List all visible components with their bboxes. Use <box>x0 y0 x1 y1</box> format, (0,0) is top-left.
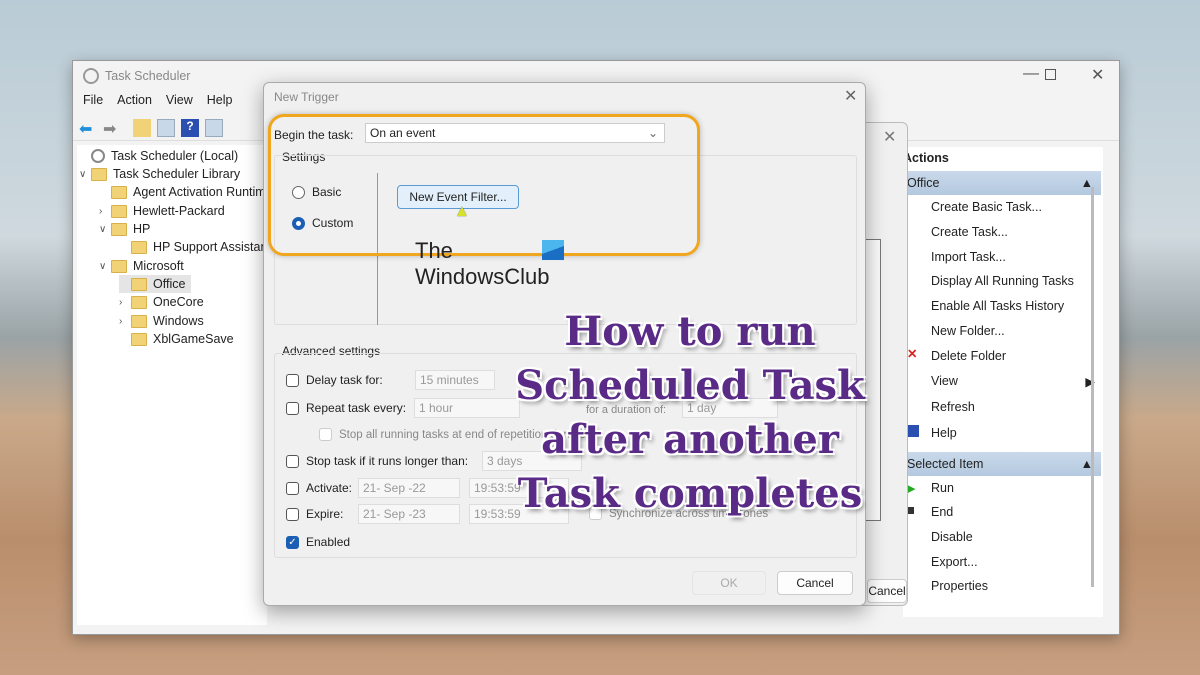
expire-date[interactable]: 21- Sep -23 <box>358 504 460 524</box>
ok-button[interactable]: OK <box>692 571 766 595</box>
folder-icon <box>131 277 147 291</box>
action-create-basic-task[interactable]: Create Basic Task... <box>931 197 1042 217</box>
action-import-task[interactable]: Import Task... <box>931 247 1006 267</box>
activate-date[interactable]: 21- Sep -22 <box>358 478 460 498</box>
show-hide-console-icon[interactable] <box>157 118 175 137</box>
tree-item-agent-activation[interactable]: Agent Activation Runtime <box>99 183 267 201</box>
folder-icon <box>91 167 107 181</box>
folder-icon <box>131 295 147 309</box>
folder-icon <box>111 259 127 273</box>
expire-checkbox[interactable]: Expire: <box>286 507 343 521</box>
tree-item-xblgamesave[interactable]: XblGameSave <box>119 330 234 348</box>
tree-item-office[interactable]: Office <box>119 275 192 293</box>
close-icon[interactable]: ✕ <box>883 127 896 147</box>
delay-checkbox[interactable]: Delay task for: <box>286 373 383 387</box>
minimize-button[interactable]: — <box>1023 65 1039 83</box>
folder-icon <box>131 332 147 346</box>
help-icon[interactable]: ? <box>181 118 199 137</box>
enabled-checkbox[interactable]: ✓ Enabled <box>286 535 350 549</box>
actions-pane: Actions Office ▲ Create Basic Task... Cre… <box>903 147 1103 617</box>
action-run[interactable]: Run <box>931 478 954 498</box>
action-display-running[interactable]: Display All Running Tasks <box>931 271 1074 291</box>
action-create-task[interactable]: Create Task... <box>931 222 1008 242</box>
action-help[interactable]: Help <box>931 423 957 443</box>
chevron-right-icon[interactable]: › <box>119 316 131 327</box>
run-icon: ▶ <box>907 483 916 495</box>
highlight-box <box>268 114 700 256</box>
folder-icon <box>111 222 127 236</box>
end-icon <box>907 507 914 514</box>
close-icon[interactable]: ✕ <box>844 86 857 106</box>
action-new-folder[interactable]: New Folder... <box>931 321 1005 341</box>
action-end[interactable]: End <box>931 502 953 522</box>
action-properties[interactable]: Properties <box>931 576 988 596</box>
dialog-title: New Trigger <box>274 90 339 104</box>
action-pane-icon[interactable] <box>205 118 223 137</box>
repeat-checkbox[interactable]: Repeat task every: <box>286 401 406 415</box>
cancel-button-behind[interactable]: Cancel <box>867 579 907 603</box>
scrollbar[interactable] <box>1091 187 1094 587</box>
clock-icon <box>91 149 105 163</box>
up-folder-icon[interactable] <box>133 118 151 137</box>
tree-item-hewlett-packard[interactable]: › Hewlett-Packard <box>99 202 225 220</box>
tree-item-onecore[interactable]: › OneCore <box>119 293 204 311</box>
folder-icon <box>131 240 147 254</box>
chevron-down-icon[interactable]: ∨ <box>99 224 111 235</box>
tree-item-hp[interactable]: ∨ HP <box>99 220 150 238</box>
actions-title: Actions <box>903 151 949 165</box>
activate-checkbox[interactable]: Activate: <box>286 481 352 495</box>
maximize-button[interactable] <box>1045 69 1056 80</box>
chevron-right-icon[interactable]: › <box>99 206 111 217</box>
folder-icon <box>111 185 127 199</box>
back-icon[interactable]: ⬅ <box>79 119 97 138</box>
folder-icon <box>111 204 127 218</box>
tree-item-hp-support[interactable]: HP Support Assistant <box>119 238 267 256</box>
windowsclub-logo: The WindowsClub <box>415 238 564 290</box>
menu-view[interactable]: View <box>166 93 193 113</box>
article-title-overlay: How to run Scheduled Task after another … <box>515 308 865 517</box>
action-refresh[interactable]: Refresh <box>931 397 975 417</box>
chevron-down-icon[interactable]: ∨ <box>99 261 111 272</box>
tree-item-local[interactable]: Task Scheduler (Local) <box>79 147 238 165</box>
delete-icon: ✕ <box>907 347 918 361</box>
section-selected-item[interactable]: Selected Item ▲ <box>903 452 1101 476</box>
cancel-button[interactable]: Cancel <box>777 571 853 595</box>
folder-tree: Task Scheduler (Local) ∨ Task Scheduler L… <box>77 145 267 625</box>
action-enable-history[interactable]: Enable All Tasks History <box>931 296 1064 316</box>
clock-icon <box>83 68 99 84</box>
close-button[interactable]: ✕ <box>1091 65 1104 85</box>
chevron-down-icon[interactable]: ∨ <box>79 169 91 180</box>
stop-longer-checkbox[interactable]: Stop task if it runs longer than: <box>286 454 468 468</box>
action-disable[interactable]: Disable <box>931 527 973 547</box>
forward-icon[interactable]: ➡ <box>103 119 121 138</box>
logo-icon <box>542 240 564 260</box>
tree-item-microsoft[interactable]: ∨ Microsoft <box>99 257 184 275</box>
menu-file[interactable]: File <box>83 93 103 113</box>
menu-bar: File Action View Help <box>73 93 233 113</box>
action-export[interactable]: Export... <box>931 552 978 572</box>
tree-item-windows[interactable]: › Windows <box>119 312 204 330</box>
menu-action[interactable]: Action <box>117 93 152 113</box>
menu-help[interactable]: Help <box>207 93 233 113</box>
section-office[interactable]: Office ▲ <box>903 171 1101 195</box>
window-title: Task Scheduler <box>105 69 191 83</box>
action-delete-folder[interactable]: Delete Folder <box>931 346 1006 366</box>
chevron-right-icon[interactable]: › <box>119 297 131 308</box>
action-view[interactable]: View▶ <box>931 371 1095 391</box>
folder-icon <box>131 314 147 328</box>
help-icon <box>907 425 919 437</box>
tree-item-library[interactable]: ∨ Task Scheduler Library <box>79 165 240 183</box>
